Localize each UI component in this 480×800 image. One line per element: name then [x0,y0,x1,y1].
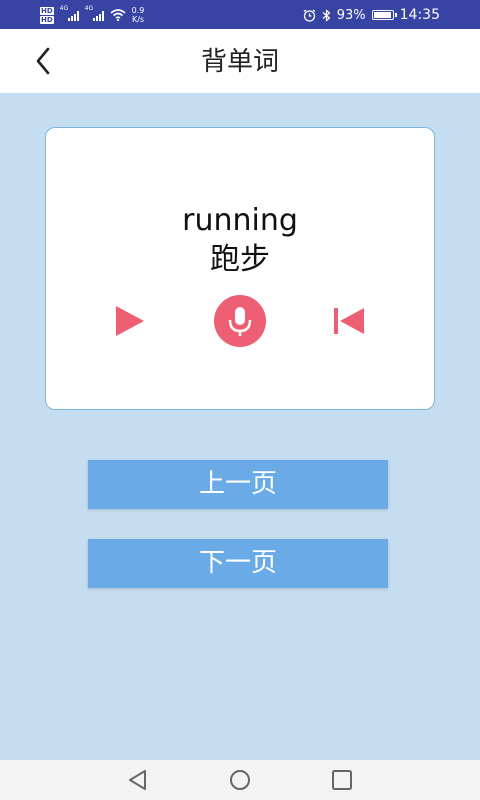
wifi-icon [110,9,126,21]
previous-page-button[interactable]: 上一页 [88,460,388,509]
app-header: 背单词 [0,29,480,93]
nav-back-button[interactable] [125,768,151,792]
bluetooth-icon [322,8,331,22]
alarm-icon [303,9,316,22]
nav-home-button[interactable] [227,768,253,792]
speed-unit: K/s [131,15,145,24]
nav-recents-button[interactable] [329,768,355,792]
skip-back-icon [334,308,364,334]
network-type-2: 4G [84,5,94,12]
word-card: running 跑步 [45,127,435,410]
triangle-back-icon [129,770,146,790]
restart-button[interactable] [332,304,366,338]
circle-home-icon [230,770,250,790]
word-meaning: 跑步 [210,242,270,277]
status-bar: HD HD 4G 4G 0.9 K/s 93% 14:35 [0,0,480,29]
hd-badge-1: HD [40,6,54,15]
signal-icon-1: 4G [60,6,79,21]
hd-indicators: HD HD [40,6,54,24]
square-recents-icon [332,770,352,790]
network-speed: 0.9 K/s [132,6,145,24]
battery-percent: 93% [336,7,366,23]
battery-icon [371,10,397,20]
network-type-1: 4G [59,5,69,12]
system-nav-bar [0,760,480,800]
record-button[interactable] [213,294,267,348]
page-title: 背单词 [200,47,279,77]
signal-icon-2: 4G [85,6,104,21]
play-button[interactable] [113,304,147,338]
status-right: 93% 14:35 [303,4,440,26]
word-text: running [182,203,298,238]
play-icon [116,306,144,336]
speed-value: 0.9 [131,6,145,15]
next-page-button[interactable]: 下一页 [88,539,388,588]
clock-time: 14:35 [399,7,440,23]
hd-badge-2: HD [40,15,54,24]
microphone-icon [214,295,266,347]
status-left: HD HD 4G 4G 0.9 K/s [40,4,144,26]
